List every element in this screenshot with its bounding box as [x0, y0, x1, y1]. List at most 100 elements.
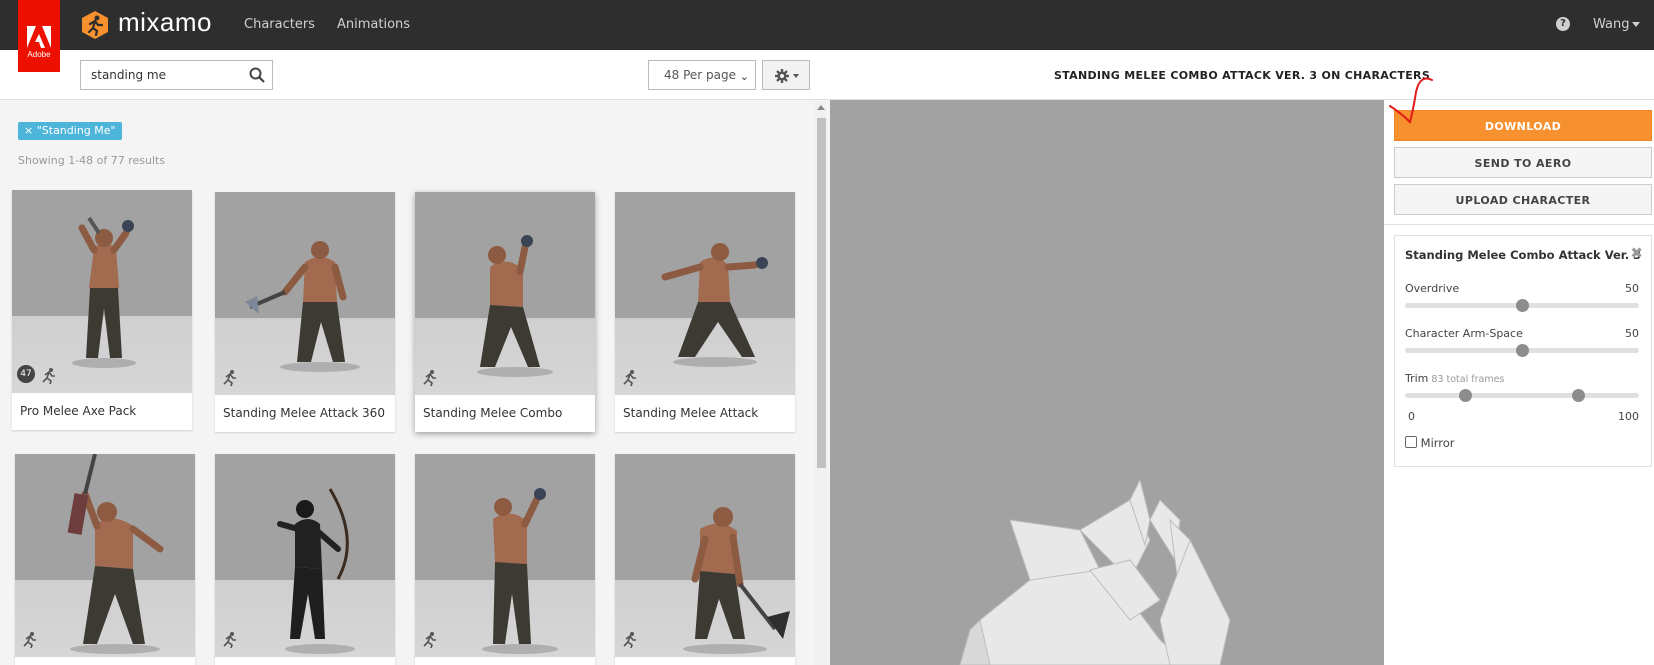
- run-icon: [223, 370, 236, 387]
- character-figure: [683, 507, 790, 654]
- card-caption: [15, 657, 195, 665]
- adobe-icon: [27, 26, 51, 48]
- trim-start-thumb[interactable]: [1459, 389, 1473, 402]
- card-caption: Standing Melee Combo: [423, 406, 563, 420]
- animation-thumbnail: [15, 454, 195, 657]
- animation-card[interactable]: [615, 454, 795, 665]
- run-icon: [23, 632, 36, 649]
- trim-label: Trim 83 total frames: [1405, 372, 1504, 385]
- character-figure: [72, 216, 136, 368]
- character-figure: [67, 454, 164, 654]
- card-caption: [615, 657, 795, 665]
- character-figure: [661, 243, 768, 367]
- results-scrollbar[interactable]: [815, 102, 827, 665]
- animation-card[interactable]: Standing Melee Attack: [615, 192, 795, 432]
- card-caption: Pro Melee Axe Pack: [20, 404, 137, 418]
- chevron-down-icon: [793, 74, 799, 78]
- viewer-title: STANDING MELEE COMBO ATTACK VER. 3 ON CH…: [1053, 69, 1431, 82]
- animation-thumbnail: [415, 192, 595, 395]
- overdrive-value: 50: [1625, 282, 1639, 295]
- send-to-aero-button[interactable]: SEND TO AERO: [1394, 147, 1652, 178]
- trim-frames: 83 total frames: [1431, 374, 1505, 385]
- filter-tag[interactable]: × "Standing Me": [18, 122, 122, 140]
- animation-thumbnail: [415, 454, 595, 657]
- per-page-select[interactable]: 48 Per page ⌄: [648, 60, 756, 90]
- results-panel: 48 Per page ⌄ × "Standing Me" Showing 1-…: [0, 50, 830, 665]
- animation-card[interactable]: Standing Melee Attack 360: [215, 192, 395, 432]
- animation-thumbnail: [215, 192, 395, 395]
- character-figure: [245, 241, 360, 372]
- upload-character-button[interactable]: UPLOAD CHARACTER: [1394, 184, 1652, 215]
- animation-card[interactable]: [215, 454, 395, 665]
- top-bar: mixamo Characters Animations ? Wang: [0, 0, 1654, 50]
- chevron-down-icon: ⌄: [739, 70, 749, 83]
- search-icon[interactable]: [249, 67, 265, 83]
- search-input[interactable]: [81, 61, 241, 89]
- trim-min: 0: [1408, 410, 1415, 423]
- arm-space-slider-thumb[interactable]: [1515, 344, 1529, 357]
- help-icon[interactable]: ?: [1556, 17, 1570, 31]
- animation-card[interactable]: 47 Pro Melee Axe Pack: [12, 190, 200, 441]
- viewer-header: STANDING MELEE COMBO ATTACK VER. 3 ON CH…: [830, 50, 1654, 100]
- animation-settings-panel: Standing Melee Combo Attack Ver. 3 ✖ Ove…: [1394, 235, 1652, 467]
- overdrive-slider[interactable]: [1405, 299, 1639, 312]
- character-figure: [277, 488, 355, 654]
- character-preview-model: [959, 478, 1231, 665]
- panel-title: Standing Melee Combo Attack Ver. 3: [1405, 248, 1642, 262]
- mixamo-logo-icon[interactable]: [80, 10, 110, 40]
- close-icon[interactable]: ✖: [1630, 244, 1643, 262]
- mirror-checkbox[interactable]: [1405, 436, 1417, 448]
- 3d-viewport[interactable]: [830, 100, 1384, 665]
- animation-card[interactable]: Standing Melee Combo: [415, 192, 595, 432]
- card-caption: Standing Melee Attack 360: [223, 406, 385, 420]
- settings-button[interactable]: [762, 60, 810, 90]
- arm-space-value: 50: [1625, 327, 1639, 340]
- per-page-value: 48 Per page: [664, 68, 736, 82]
- app-name[interactable]: mixamo: [118, 7, 212, 38]
- card-caption: [215, 657, 395, 665]
- mirror-toggle[interactable]: Mirror: [1405, 436, 1455, 450]
- arm-space-slider[interactable]: [1405, 344, 1639, 357]
- adobe-label: Adobe: [27, 50, 51, 59]
- gear-icon: [775, 69, 789, 83]
- chevron-down-icon: [1632, 22, 1641, 27]
- trim-end-thumb[interactable]: [1571, 389, 1585, 402]
- run-icon: [623, 370, 636, 387]
- card-caption: Standing Melee Attack: [623, 406, 759, 420]
- scrollbar-thumb[interactable]: [817, 118, 826, 468]
- trim-title: Trim: [1405, 372, 1429, 385]
- animation-card[interactable]: [415, 454, 595, 665]
- overdrive-label: Overdrive: [1405, 282, 1460, 295]
- result-count: Showing 1-48 of 77 results: [18, 154, 166, 167]
- animation-thumbnail: [215, 454, 395, 657]
- pack-count-badge: 47: [17, 365, 35, 383]
- arm-space-label: Character Arm-Space: [1405, 327, 1523, 340]
- animation-thumbnail: 47: [12, 190, 192, 393]
- character-figure: [477, 235, 553, 377]
- run-icon: [42, 368, 55, 385]
- run-icon: [423, 632, 436, 649]
- run-icon: [623, 632, 636, 649]
- card-caption: [415, 657, 595, 665]
- adobe-logo[interactable]: Adobe: [18, 0, 60, 72]
- overdrive-slider-thumb[interactable]: [1515, 299, 1529, 312]
- nav-animations[interactable]: Animations: [337, 17, 410, 32]
- export-sidebar: DOWNLOAD SEND TO AERO UPLOAD CHARACTER S…: [1384, 100, 1654, 665]
- search-box[interactable]: [80, 60, 273, 90]
- scroll-up-arrow-icon[interactable]: [817, 105, 825, 110]
- animation-card[interactable]: [15, 454, 195, 665]
- search-toolbar: 48 Per page ⌄: [0, 50, 830, 100]
- run-icon: [223, 632, 236, 649]
- user-name: Wang: [1593, 17, 1630, 32]
- annotation-arrow-icon: [1389, 77, 1433, 124]
- user-menu[interactable]: Wang: [1593, 17, 1641, 32]
- trim-slider[interactable]: [1405, 389, 1639, 402]
- character-figure: [482, 488, 558, 654]
- animation-thumbnail: [615, 192, 795, 395]
- animation-thumbnail: [615, 454, 795, 657]
- trim-max: 100: [1618, 410, 1639, 423]
- nav-characters[interactable]: Characters: [244, 17, 315, 32]
- divider: [1384, 224, 1654, 225]
- run-icon: [423, 370, 436, 387]
- mirror-label: Mirror: [1420, 436, 1455, 450]
